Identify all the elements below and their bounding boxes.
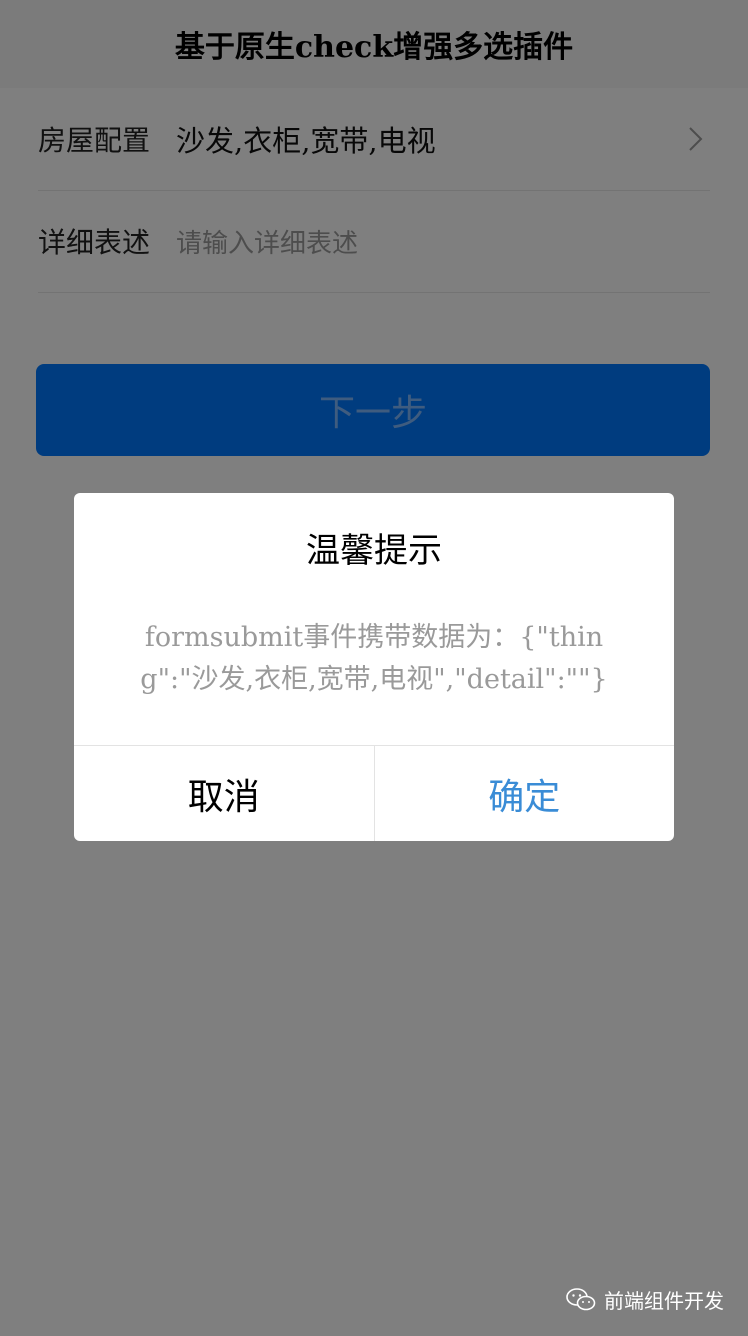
- alert-dialog: 温馨提示 formsubmit事件携带数据为：{"thing":"沙发,衣柜,宽…: [74, 493, 674, 841]
- dialog-footer: 取消 确定: [74, 745, 674, 841]
- watermark-text: 前端组件开发: [604, 1289, 724, 1313]
- watermark: 前端组件开发: [566, 1285, 724, 1314]
- cancel-button[interactable]: 取消: [74, 746, 375, 841]
- dialog-title: 温馨提示: [306, 531, 442, 571]
- confirm-button[interactable]: 确定: [375, 746, 675, 841]
- wechat-icon: [566, 1287, 596, 1313]
- dialog-message: formsubmit事件携带数据为：{"thing":"沙发,衣柜,宽带,电视"…: [140, 622, 608, 695]
